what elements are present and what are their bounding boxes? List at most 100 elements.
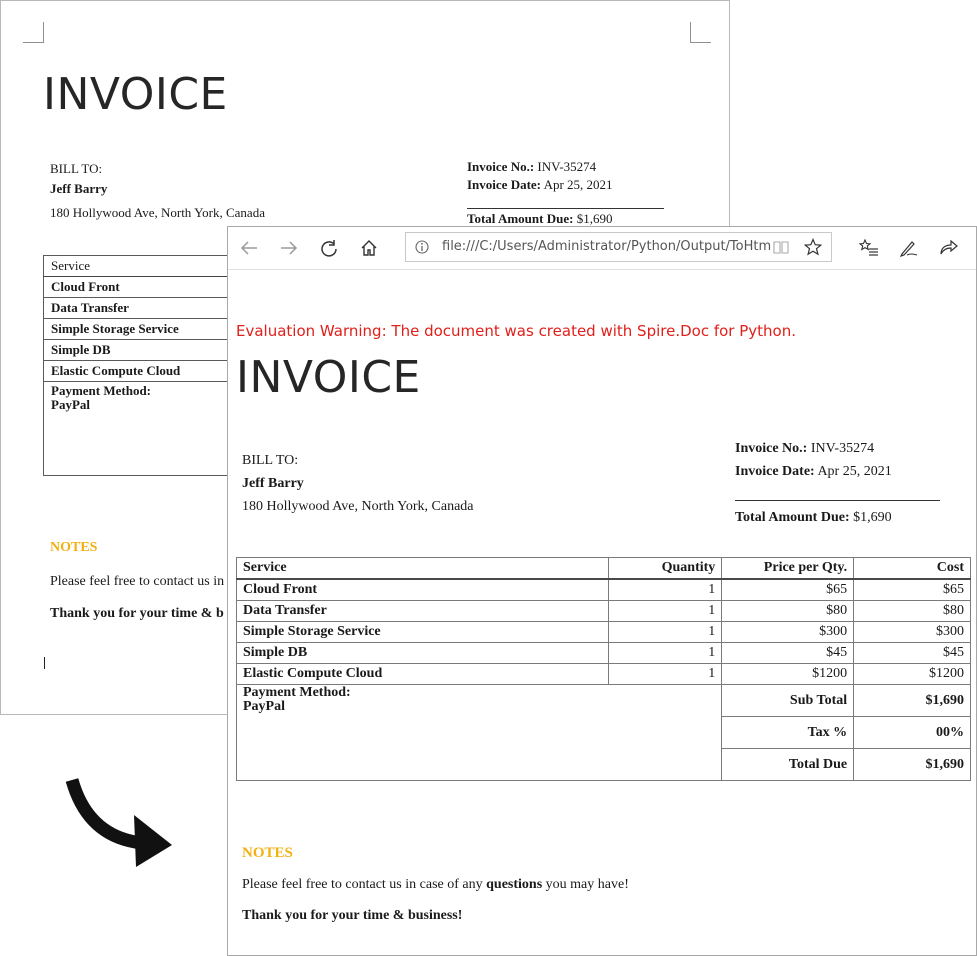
cost-cell: $65: [853, 578, 971, 601]
refresh-icon: [321, 240, 337, 257]
star-icon[interactable]: [804, 238, 822, 256]
crop-mark: [690, 22, 711, 43]
thanks-text: Thank you for your time & business!: [242, 908, 463, 923]
home-icon: [361, 240, 377, 256]
share-icon: [940, 239, 958, 255]
favorites-list-icon: [859, 239, 878, 256]
invoice-date: Invoice Date: Apr 25, 2021: [735, 464, 892, 480]
payment-method-value: PayPal: [243, 699, 285, 714]
service-cell: Elastic Compute Cloud: [235, 663, 610, 685]
table-row: Elastic Compute Cloud 1 $1200 $1200: [235, 663, 971, 685]
notes-text: Please feel free to contact us in case o…: [242, 877, 629, 893]
service-cell: Data Transfer: [235, 600, 610, 622]
doc-invoice-no-value: INV-35274: [537, 159, 597, 174]
cost-cell: $300: [853, 621, 971, 643]
subtotal-value: $1,690: [853, 684, 971, 717]
doc-divider: [467, 208, 664, 209]
cost-cell: $1200: [853, 663, 971, 685]
info-icon: [415, 240, 429, 254]
doc-total-due-value: $1,690: [576, 211, 613, 226]
price-cell: $300: [721, 621, 855, 643]
back-button[interactable]: [236, 235, 262, 261]
quantity-cell: 1: [608, 600, 723, 622]
col-header-service: Service: [235, 557, 610, 580]
address-bar[interactable]: file:///C:/Users/Administrator/Python/Ou…: [405, 232, 832, 262]
text-cursor: [44, 657, 45, 669]
tax-label: Tax %: [721, 716, 855, 749]
total-due-row-label: Total Due: [721, 748, 855, 781]
html-page-content: Evaluation Warning: The document was cre…: [228, 270, 976, 956]
payment-method-label: Payment Method:: [243, 685, 351, 700]
invoice-table: Service Quantity Price per Qty. Cost Clo…: [235, 557, 971, 781]
quantity-cell: 1: [608, 663, 723, 685]
price-cell: $80: [721, 600, 855, 622]
total-due-row-value: $1,690: [853, 748, 971, 781]
forward-arrow-icon: [281, 241, 298, 255]
customer-address: 180 Hollywood Ave, North York, Canada: [242, 499, 474, 514]
doc-title: INVOICE: [43, 69, 228, 120]
service-cell: Simple DB: [235, 642, 610, 664]
col-header-price: Price per Qty.: [721, 557, 855, 580]
notes-text-start: Please feel free to contact us in case o…: [242, 877, 487, 892]
doc-total-due: Total Amount Due: $1,690: [467, 211, 612, 227]
col-header-quantity: Quantity: [608, 557, 723, 580]
tax-value: 00%: [853, 716, 971, 749]
service-cell: Simple Storage Service: [235, 621, 610, 643]
doc-bill-to-label: BILL TO:: [50, 161, 103, 176]
table-row: Simple Storage Service 1 $300 $300: [235, 621, 971, 643]
doc-invoice-date-label: Invoice Date:: [467, 177, 542, 192]
doc-notes-text: Please feel free to contact us in: [50, 574, 225, 589]
doc-customer-address: 180 Hollywood Ave, North York, Canada: [50, 205, 265, 220]
cost-cell: $45: [853, 642, 971, 664]
notes-button[interactable]: [896, 235, 922, 261]
total-divider: [735, 500, 940, 501]
cost-cell: $80: [853, 600, 971, 622]
url-text[interactable]: file:///C:/Users/Administrator/Python/Ou…: [442, 239, 772, 254]
invoice-date-value: Apr 25, 2021: [817, 464, 892, 479]
total-due-value: $1,690: [853, 510, 892, 525]
doc-total-due-label: Total Amount Due:: [467, 211, 574, 226]
doc-thanks-text: Thank you for your time & b: [50, 606, 224, 621]
notes-title: NOTES: [242, 845, 293, 861]
share-button[interactable]: [936, 235, 962, 261]
notes-text-bold: questions: [486, 877, 543, 892]
back-arrow-icon: [240, 241, 257, 255]
price-cell: $1200: [721, 663, 855, 685]
col-header-cost: Cost: [853, 557, 971, 580]
browser-window: file:///C:/Users/Administrator/Python/Ou…: [227, 226, 977, 956]
totals-row: Payment Method: PayPal Sub Total $1,690: [235, 684, 971, 781]
home-button[interactable]: [356, 235, 382, 261]
quantity-cell: 1: [608, 578, 723, 601]
doc-invoice-date-value: Apr 25, 2021: [543, 177, 613, 192]
quantity-cell: 1: [608, 621, 723, 643]
doc-customer-name: Jeff Barry: [50, 181, 108, 196]
invoice-no-value: INV-35274: [810, 441, 875, 456]
invoice-no: Invoice No.: INV-35274: [735, 441, 874, 457]
notes-text-end: you may have!: [542, 877, 629, 892]
total-amount-due: Total Amount Due: $1,690: [735, 510, 892, 526]
quantity-cell: 1: [608, 642, 723, 664]
subtotal-label: Sub Total: [721, 684, 855, 717]
invoice-date-label: Invoice Date:: [735, 464, 815, 479]
service-cell: Cloud Front: [235, 578, 610, 601]
table-row: Cloud Front 1 $65 $65: [235, 578, 971, 601]
doc-invoice-date: Invoice Date: Apr 25, 2021: [467, 177, 613, 193]
payment-method-cell: Payment Method: PayPal: [235, 684, 723, 781]
total-due-label: Total Amount Due:: [735, 510, 850, 525]
doc-invoice-no-label: Invoice No.:: [467, 159, 535, 174]
price-cell: $45: [721, 642, 855, 664]
doc-notes-title: NOTES: [50, 540, 98, 555]
reading-view-icon[interactable]: [773, 240, 789, 255]
bill-to-label: BILL TO:: [242, 453, 299, 468]
browser-toolbar: file:///C:/Users/Administrator/Python/Ou…: [228, 227, 976, 270]
forward-button[interactable]: [276, 235, 302, 261]
refresh-button[interactable]: [316, 235, 342, 261]
favorites-button[interactable]: [856, 235, 882, 261]
page-title: INVOICE: [236, 352, 421, 403]
customer-name: Jeff Barry: [242, 476, 304, 491]
pen-icon: [899, 241, 918, 257]
price-cell: $65: [721, 578, 855, 601]
invoice-no-label: Invoice No.:: [735, 441, 808, 456]
table-row: Simple DB 1 $45 $45: [235, 642, 971, 664]
evaluation-warning: Evaluation Warning: The document was cre…: [236, 322, 797, 340]
